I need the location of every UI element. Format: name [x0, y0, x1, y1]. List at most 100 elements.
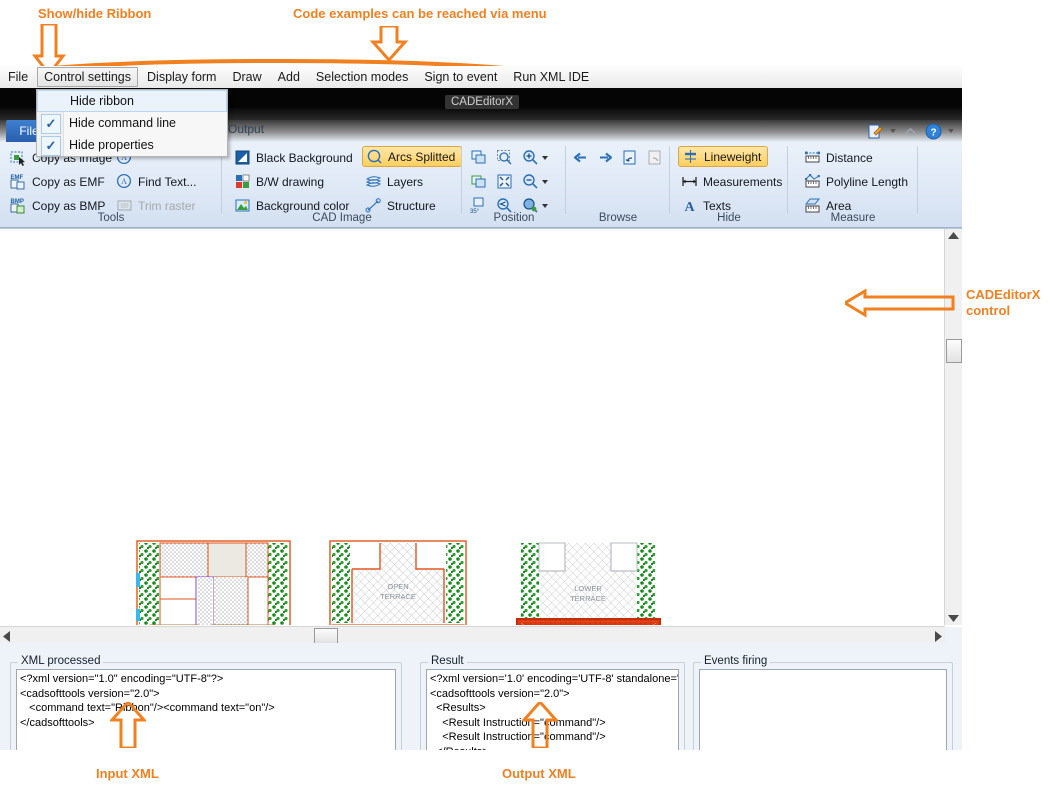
ribbon-item-layers[interactable]: Layers	[365, 171, 423, 192]
menu-item-draw[interactable]: Draw	[225, 67, 268, 87]
quick-access-caret-icon[interactable]	[890, 129, 896, 133]
menu-item-control-settings[interactable]: Control settings	[37, 67, 138, 87]
ribbon-item-open-document[interactable]	[622, 147, 639, 168]
ribbon-item-zoom-extents[interactable]	[496, 171, 513, 192]
ribbon-label-arcs-splitted: Arcs Splitted	[388, 150, 455, 164]
ribbon-item-polyline-length[interactable]: Polyline Length	[804, 171, 908, 192]
group-events-firing: Events firing	[693, 655, 953, 750]
ribbon-item-pan[interactable]	[470, 147, 487, 168]
pan-icon	[470, 149, 487, 166]
group-title-result: Result	[428, 655, 467, 667]
help-caret-icon[interactable]	[948, 129, 954, 133]
chevron-down-icon[interactable]	[542, 180, 548, 184]
ribbon-item-close-document[interactable]	[647, 147, 664, 168]
menubar[interactable]: File Control settings Display form Draw …	[0, 66, 962, 89]
control-settings-dropdown[interactable]: Hide ribbon ✓ Hide command line ✓ Hide p…	[36, 89, 228, 157]
ribbon-label-measurements: Measurements	[703, 175, 782, 189]
scroll-up-icon[interactable]	[948, 232, 959, 240]
ribbon-label-texts: Texts	[703, 199, 731, 213]
dropdown-label-hide-ribbon: Hide ribbon	[70, 94, 134, 108]
scroll-right-icon[interactable]	[934, 631, 942, 642]
svg-text:A: A	[121, 177, 127, 186]
ribbon-item-fit[interactable]	[470, 171, 487, 192]
checkbox-hide-properties[interactable]: ✓	[41, 136, 61, 156]
cad-canvas[interactable]: OPEN TERRACE	[0, 229, 945, 625]
ribbon-group-label-position: Position	[462, 212, 566, 224]
checkbox-hide-command-line[interactable]: ✓	[41, 114, 61, 134]
menu-item-run-xml-ide[interactable]: Run XML IDE	[506, 67, 596, 87]
scroll-down-icon[interactable]	[948, 614, 959, 622]
help-icon[interactable]: ?	[925, 123, 942, 140]
scroll-left-icon[interactable]	[3, 631, 11, 642]
customize-quick-access-icon[interactable]	[867, 123, 884, 140]
events-firing-textarea[interactable]	[699, 669, 947, 750]
result-textarea[interactable]: <?xml version='1.0' encoding='UTF-8' sta…	[426, 669, 679, 750]
ribbon-label-distance: Distance	[826, 151, 873, 165]
ribbon-item-back[interactable]	[572, 147, 589, 168]
annotation-input-xml: Input XML	[96, 766, 159, 782]
ribbon-item-zoom-out[interactable]	[522, 171, 548, 192]
ribbon-item-bw-drawing[interactable]: B/W drawing	[234, 171, 324, 192]
find-text-icon: A	[116, 173, 133, 190]
minimize-ribbon-icon[interactable]	[902, 123, 919, 140]
bw-drawing-icon	[234, 173, 251, 190]
chevron-down-icon[interactable]	[542, 156, 548, 160]
canvas-vertical-scrollbar[interactable]	[944, 229, 962, 625]
forward-arrow-icon	[597, 149, 614, 166]
ribbon-label-copy-as-emf: Copy as EMF	[32, 175, 105, 189]
menu-item-sign-to-event[interactable]: Sign to event	[417, 67, 504, 87]
group-result: Result <?xml version='1.0' encoding='UTF…	[420, 655, 685, 750]
menu-item-display-form[interactable]: Display form	[140, 67, 223, 87]
chevron-down-icon[interactable]	[542, 204, 548, 208]
ribbon-label-find-text: Find Text...	[138, 175, 196, 189]
menu-item-add[interactable]: Add	[271, 67, 307, 87]
dropdown-item-hide-properties[interactable]: ✓ Hide properties	[37, 134, 227, 156]
menu-item-file[interactable]: File	[1, 67, 35, 87]
horizontal-scroll-thumb[interactable]	[314, 628, 338, 644]
ribbon-item-arcs-splitted[interactable]: Arcs Splitted	[362, 146, 462, 167]
drawing-label-open-terrace: OPEN	[387, 582, 408, 591]
ribbon-label-layers: Layers	[387, 175, 423, 189]
canvas-horizontal-scrollbar[interactable]	[0, 626, 945, 644]
dropdown-item-hide-ribbon[interactable]: Hide ribbon	[37, 90, 227, 112]
svg-text:?: ?	[930, 127, 936, 138]
ribbon-item-zoom-window[interactable]	[496, 147, 513, 168]
fit-icon	[470, 173, 487, 190]
group-title-xml-processed: XML processed	[18, 655, 103, 667]
annotation-show-hide-ribbon: Show/hide Ribbon	[38, 6, 151, 22]
menu-item-selection-modes[interactable]: Selection modes	[309, 67, 415, 87]
open-document-icon	[622, 149, 639, 166]
vertical-scroll-thumb[interactable]	[946, 339, 962, 363]
quick-access-toolbar[interactable]: ?	[867, 122, 954, 140]
dropdown-item-hide-command-line[interactable]: ✓ Hide command line	[37, 112, 227, 134]
app-title: CADEditorX	[445, 95, 519, 109]
ribbon-item-zoom-in[interactable]	[522, 147, 548, 168]
tab-output[interactable]: Output	[228, 122, 264, 136]
zoom-window-icon	[496, 149, 513, 166]
floor-plan-2: OPEN TERRACE	[329, 541, 467, 625]
ribbon-label-structure: Structure	[387, 199, 436, 213]
ribbon-item-forward[interactable]	[597, 147, 614, 168]
ribbon-separator	[917, 146, 918, 214]
dropdown-label-hide-properties: Hide properties	[69, 138, 154, 152]
ribbon-label-bw-drawing: B/W drawing	[256, 175, 324, 189]
ribbon-item-find-text[interactable]: A Find Text...	[116, 171, 196, 192]
group-title-events-firing: Events firing	[701, 655, 770, 667]
back-arrow-icon	[572, 149, 589, 166]
xml-processed-textarea[interactable]: <?xml version="1.0" encoding="UTF-8"?> <…	[16, 669, 396, 750]
group-xml-processed: XML processed <?xml version="1.0" encodi…	[10, 655, 402, 750]
ribbon-item-measurements[interactable]: Measurements	[681, 171, 782, 192]
polyline-length-icon	[804, 173, 821, 190]
ribbon-item-black-background[interactable]: Black Background	[234, 147, 353, 168]
cad-viewport[interactable]: OPEN TERRACE	[0, 228, 962, 644]
ribbon-item-copy-as-emf[interactable]: EMF Copy as EMF	[10, 171, 105, 192]
bottom-panels: XML processed <?xml version="1.0" encodi…	[0, 643, 962, 750]
screenshot-root: Show/hide Ribbon Code examples can be re…	[0, 0, 1050, 785]
layers-icon	[365, 173, 382, 190]
annotation-cadeditorx-control: CADEditorX control	[966, 287, 1040, 319]
checkbox-hide-ribbon[interactable]	[42, 93, 60, 111]
emf-icon: EMF	[10, 173, 27, 190]
ribbon-item-distance[interactable]: Distance	[804, 147, 873, 168]
ribbon-item-lineweight[interactable]: Lineweight	[678, 146, 768, 167]
floor-plan-3: LOWER TERRACE	[517, 543, 660, 625]
